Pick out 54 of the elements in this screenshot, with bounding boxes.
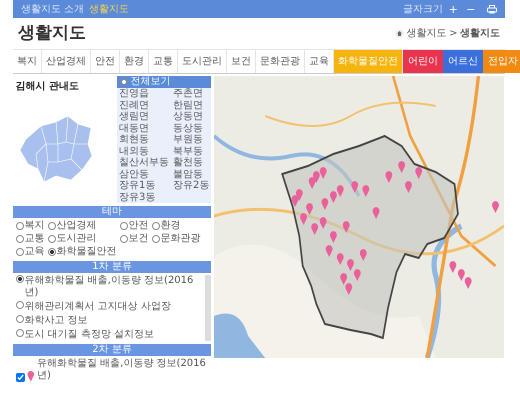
font-size-label: 글자크기 (403, 2, 444, 16)
breadcrumb-link[interactable]: 생활지도 (406, 26, 447, 41)
radio-option[interactable]: 문화관광 (152, 233, 200, 245)
district-item[interactable]: 삼안동 (117, 168, 171, 180)
radio-option[interactable]: 도시 대기질 측정망 설치정보 (16, 329, 205, 341)
district-item[interactable]: 한림면 (171, 100, 212, 111)
district-item[interactable]: 회현동 (117, 134, 171, 146)
district-item[interactable]: 불암동 (171, 168, 212, 180)
checkbox-option[interactable]: 유해화학물질 배출,이동량 정보(2016년) (13, 356, 211, 384)
radio-option[interactable]: 위해관리계획서 고지대상 사업장 (16, 301, 205, 313)
district-item[interactable]: 내외동 (117, 146, 171, 157)
district-item[interactable]: 주촌면 (171, 88, 212, 100)
radio-option[interactable]: 교육 (16, 246, 44, 258)
district-item[interactable]: 부원동 (171, 134, 212, 146)
home-icon[interactable] (395, 28, 404, 38)
print-icon[interactable] (487, 4, 497, 14)
district-item[interactable]: 활천동 (171, 157, 212, 168)
district-item[interactable]: 장유1동 (117, 180, 171, 192)
radio-option[interactable]: 도시관리 (48, 233, 116, 245)
section-header: 2차 분류 (13, 344, 211, 356)
map-pin-icon (27, 371, 34, 382)
district-item[interactable]: 상동면 (171, 111, 212, 122)
font-size-button[interactable]: + (446, 4, 461, 14)
radio-option[interactable]: 유해화학물질 배출,이동량 정보(2016년) (16, 275, 205, 299)
target-tab[interactable]: 어르신 (443, 50, 483, 72)
district-item[interactable]: 진영읍 (117, 88, 171, 100)
radio-option[interactable]: 산업경제 (48, 220, 116, 232)
radio-option[interactable]: 환경 (152, 220, 200, 232)
checkbox[interactable] (16, 373, 24, 382)
radio-option[interactable]: 교통 (16, 233, 44, 245)
district-item[interactable]: 북부동 (171, 146, 212, 157)
map-drawing[interactable] (214, 76, 504, 358)
radio-option[interactable]: 화학물질안전 (48, 246, 116, 258)
district-item[interactable]: 장유3동 (117, 192, 171, 203)
radio-option[interactable]: 보건 (120, 233, 148, 245)
radio-option[interactable]: 안전 (120, 220, 148, 232)
radio-option[interactable]: 화학사고 정보 (16, 315, 205, 327)
page-title: 생활지도 (18, 22, 86, 44)
target-tab[interactable]: 어린이 (403, 50, 443, 72)
radio-option[interactable]: 복지 (16, 220, 44, 232)
scrollbar[interactable] (205, 275, 211, 341)
breadcrumb-link[interactable]: 생활지도 (460, 26, 500, 41)
section-header: 테마 (13, 206, 211, 218)
district-option[interactable]: 전체보기 (117, 76, 211, 88)
panel-title: 김해시 관내도 (16, 80, 80, 94)
district-item[interactable]: 진례면 (117, 100, 171, 111)
district-item[interactable]: 동상동 (171, 122, 212, 134)
breadcrumb-separator: > (449, 26, 458, 41)
district-item[interactable]: 대동면 (117, 122, 171, 134)
district-item[interactable]: 칠산서부동 (117, 157, 171, 168)
section-header: 1차 분류 (13, 260, 211, 272)
district-item[interactable]: 장유2동 (171, 180, 212, 192)
district-item[interactable]: 생림면 (117, 111, 171, 122)
font-size-button[interactable]: − (463, 4, 478, 14)
